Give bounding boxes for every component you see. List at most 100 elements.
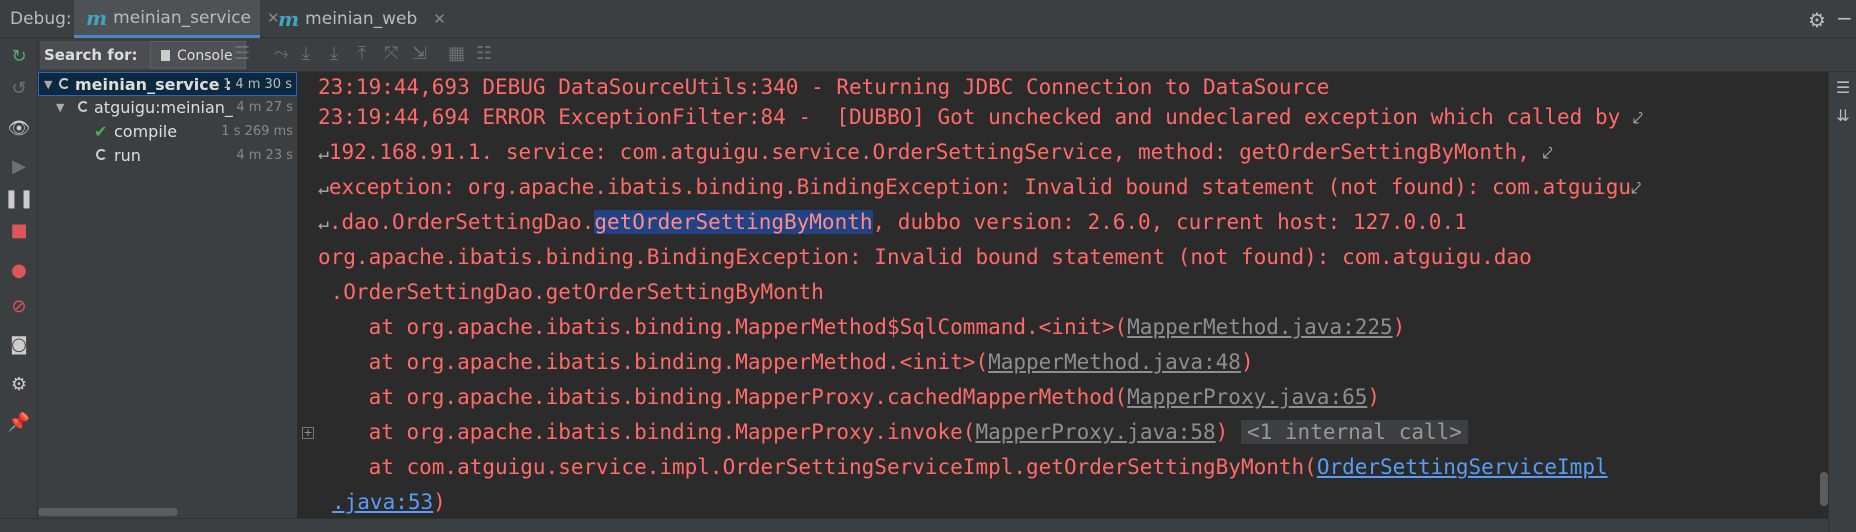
source-link[interactable]: MapperMethod.java:225 [1127,315,1393,339]
soft-wrap-icon: ↵ [318,213,329,234]
console-text: ) [1240,350,1254,374]
tree-item-label: run [114,146,141,165]
console-text: ) [433,490,446,514]
console-toolbar: Search for: Console ☰ ⤳ ⤓ ⤓ ⤒ ⤧ ⇲ ▦ ☷ [38,38,1856,72]
console-line: org.apache.ibatis.binding.BindingExcepti… [318,245,1532,269]
debug-side-toolbar: ↻ ↺ 👁 ▶ ❚❚ ■ ● ⊘ ◙ ⚙ 📌 [0,38,38,532]
console-side-toolbar: ☰ ⇊ [1828,72,1856,532]
expand-arrow-icon[interactable]: ▼ [56,96,64,120]
console-text: ) [1367,385,1381,409]
soft-wrap-icon: ↵ [318,178,329,199]
source-link[interactable]: OrderSettingServiceImpl [1317,455,1608,479]
tab-label: meinian_service [113,7,251,28]
soft-wrap-toggle-icon[interactable]: ☰ [1829,78,1856,97]
running-spinner-icon [78,101,89,112]
status-strip [0,518,1828,532]
trace-icon[interactable]: ☷ [476,43,492,64]
running-spinner-icon [96,149,107,160]
tab-console[interactable]: Console [150,41,246,69]
success-check-icon: ✔ [94,122,108,141]
console-text: at org.apache.ibatis.binding.MapperMetho… [318,315,1128,339]
tree-horizontal-scrollbar[interactable] [38,508,178,516]
drop-frame-icon[interactable]: ⤧ [384,43,398,64]
tree-item-meinian-service[interactable]: ▼ meinian_service : 1 4 m 30 s [38,72,297,96]
soft-wrap-icon: ↵ [318,143,329,164]
pin-icon[interactable]: 📌 [0,412,38,433]
tree-item-atguigu[interactable]: ▼ atguigu:meinian_ 4 m 27 s [38,96,297,120]
source-link[interactable]: MapperMethod.java:48 [988,350,1241,374]
tree-item-time: 4 m 27 s [236,100,293,115]
expand-arrow-icon[interactable]: ▼ [44,73,52,97]
tree-item-compile[interactable]: ✔ compile 1 s 269 ms [38,120,297,144]
show-execution-point-icon[interactable]: ⤳ [274,43,288,64]
stack-frame-line: at org.apache.ibatis.binding.MapperProxy… [318,417,1468,447]
soft-wrap-icon: ⤦ [1542,143,1553,164]
resume-icon[interactable]: ▶ [0,156,38,177]
evaluate-icon[interactable]: ▦ [448,43,465,64]
console-text: .dao.OrderSettingDao. [328,210,595,234]
console-line: .OrderSettingDao.getOrderSettingByMonth [318,280,824,304]
menu-icon[interactable]: ☰ [234,43,250,64]
stack-frame-line: at org.apache.ibatis.binding.MapperMetho… [318,347,1254,377]
maven-icon: m [86,5,108,30]
tree-item-label: meinian_service : [75,75,232,94]
run-tree-panel: ▼ meinian_service : 1 4 m 30 s ▼ atguigu… [38,72,298,532]
source-link[interactable]: MapperProxy.java:58 [975,420,1215,444]
tab-label: meinian_web [305,9,418,29]
scroll-to-end-icon[interactable]: ⇊ [1829,106,1856,125]
soft-wrap-icon: ⤦ [1632,108,1644,129]
rerun-failed-icon[interactable]: ↺ [0,78,38,99]
debug-tab-bar: Debug: m meinian_service ✕ m meinian_web… [0,0,1856,38]
minimize-icon[interactable]: − [1836,6,1853,30]
tree-item-label: atguigu:meinian_ [94,98,233,117]
settings-icon[interactable]: ⚙ [0,374,38,395]
console-text: at org.apache.ibatis.binding.MapperProxy… [318,420,976,444]
console-line: ↵exception: org.apache.ibatis.binding.Bi… [318,172,1641,202]
stack-frame-line: at org.apache.ibatis.binding.MapperMetho… [318,312,1406,342]
internal-calls-fold[interactable]: <1 internal call> [1240,420,1468,444]
console-line: ↵.dao.OrderSettingDao.getOrderSettingByM… [318,207,1467,237]
console-text: at org.apache.ibatis.binding.MapperMetho… [318,350,989,374]
soft-wrap-icon: ⤦ [1631,178,1642,199]
tree-item-time: 1 s 269 ms [221,124,293,139]
stack-frame-line: .java:53) [332,487,446,517]
console-vertical-scrollbar[interactable] [1820,472,1828,506]
close-icon[interactable]: ✕ [433,10,446,28]
running-spinner-icon [59,78,70,89]
mute-breakpoints-icon[interactable]: ⊘ [0,296,38,317]
tab-meinian-service[interactable]: m meinian_service ✕ [74,0,280,38]
source-link[interactable]: MapperProxy.java:65 [1127,385,1367,409]
pause-icon[interactable]: ❚❚ [0,188,38,209]
console-line: 23:19:44,693 DEBUG DataSourceUtils:340 -… [318,75,1330,99]
gear-icon[interactable]: ⚙ [1808,8,1826,32]
step-out-icon[interactable]: ⤒ [358,43,366,64]
console-text: exception: org.apache.ibatis.binding.Bin… [328,175,1632,199]
tree-item-run[interactable]: run 4 m 23 s [38,144,297,168]
source-link[interactable]: .java:53 [332,490,433,514]
stop-icon[interactable]: ■ [0,220,38,241]
run-to-cursor-icon[interactable]: ⇲ [412,43,427,64]
eye-icon[interactable]: 👁 [0,118,38,139]
rerun-icon[interactable]: ↻ [0,46,38,67]
console-text: ) [1392,315,1406,339]
tree-item-label: compile [114,122,178,141]
step-over-icon[interactable]: ⤓ [302,43,310,64]
console-text: at com.atguigu.service.impl.OrderSetting… [318,455,1317,479]
debug-label: Debug: [10,9,72,29]
stack-frame-line: at org.apache.ibatis.binding.MapperProxy… [318,382,1380,412]
maven-icon: m [278,7,300,31]
step-into-icon[interactable]: ⤓ [330,43,338,64]
console-line: ↵192.168.91.1. service: com.atguigu.serv… [318,137,1553,167]
expand-fold-icon[interactable]: + [302,427,314,439]
tree-item-time: 4 m 23 s [236,148,293,163]
console-text: 192.168.91.1. service: com.atguigu.servi… [328,140,1530,164]
camera-icon[interactable]: ◙ [0,334,38,355]
tab-meinian-web[interactable]: m meinian_web ✕ [266,0,446,38]
view-breakpoints-icon[interactable]: ● [0,260,38,281]
console-text: , dubbo version: 2.6.0, current host: 12… [872,210,1467,234]
console-text: at org.apache.ibatis.binding.MapperProxy… [318,385,1128,409]
console-output[interactable]: 23:19:44,693 DEBUG DataSourceUtils:340 -… [298,72,1828,518]
tree-item-time: 1 4 m 30 s [222,77,292,92]
console-text: 23:19:44,694 ERROR ExceptionFilter:84 - … [318,105,1621,129]
search-highlight: getOrderSettingByMonth [594,210,873,234]
